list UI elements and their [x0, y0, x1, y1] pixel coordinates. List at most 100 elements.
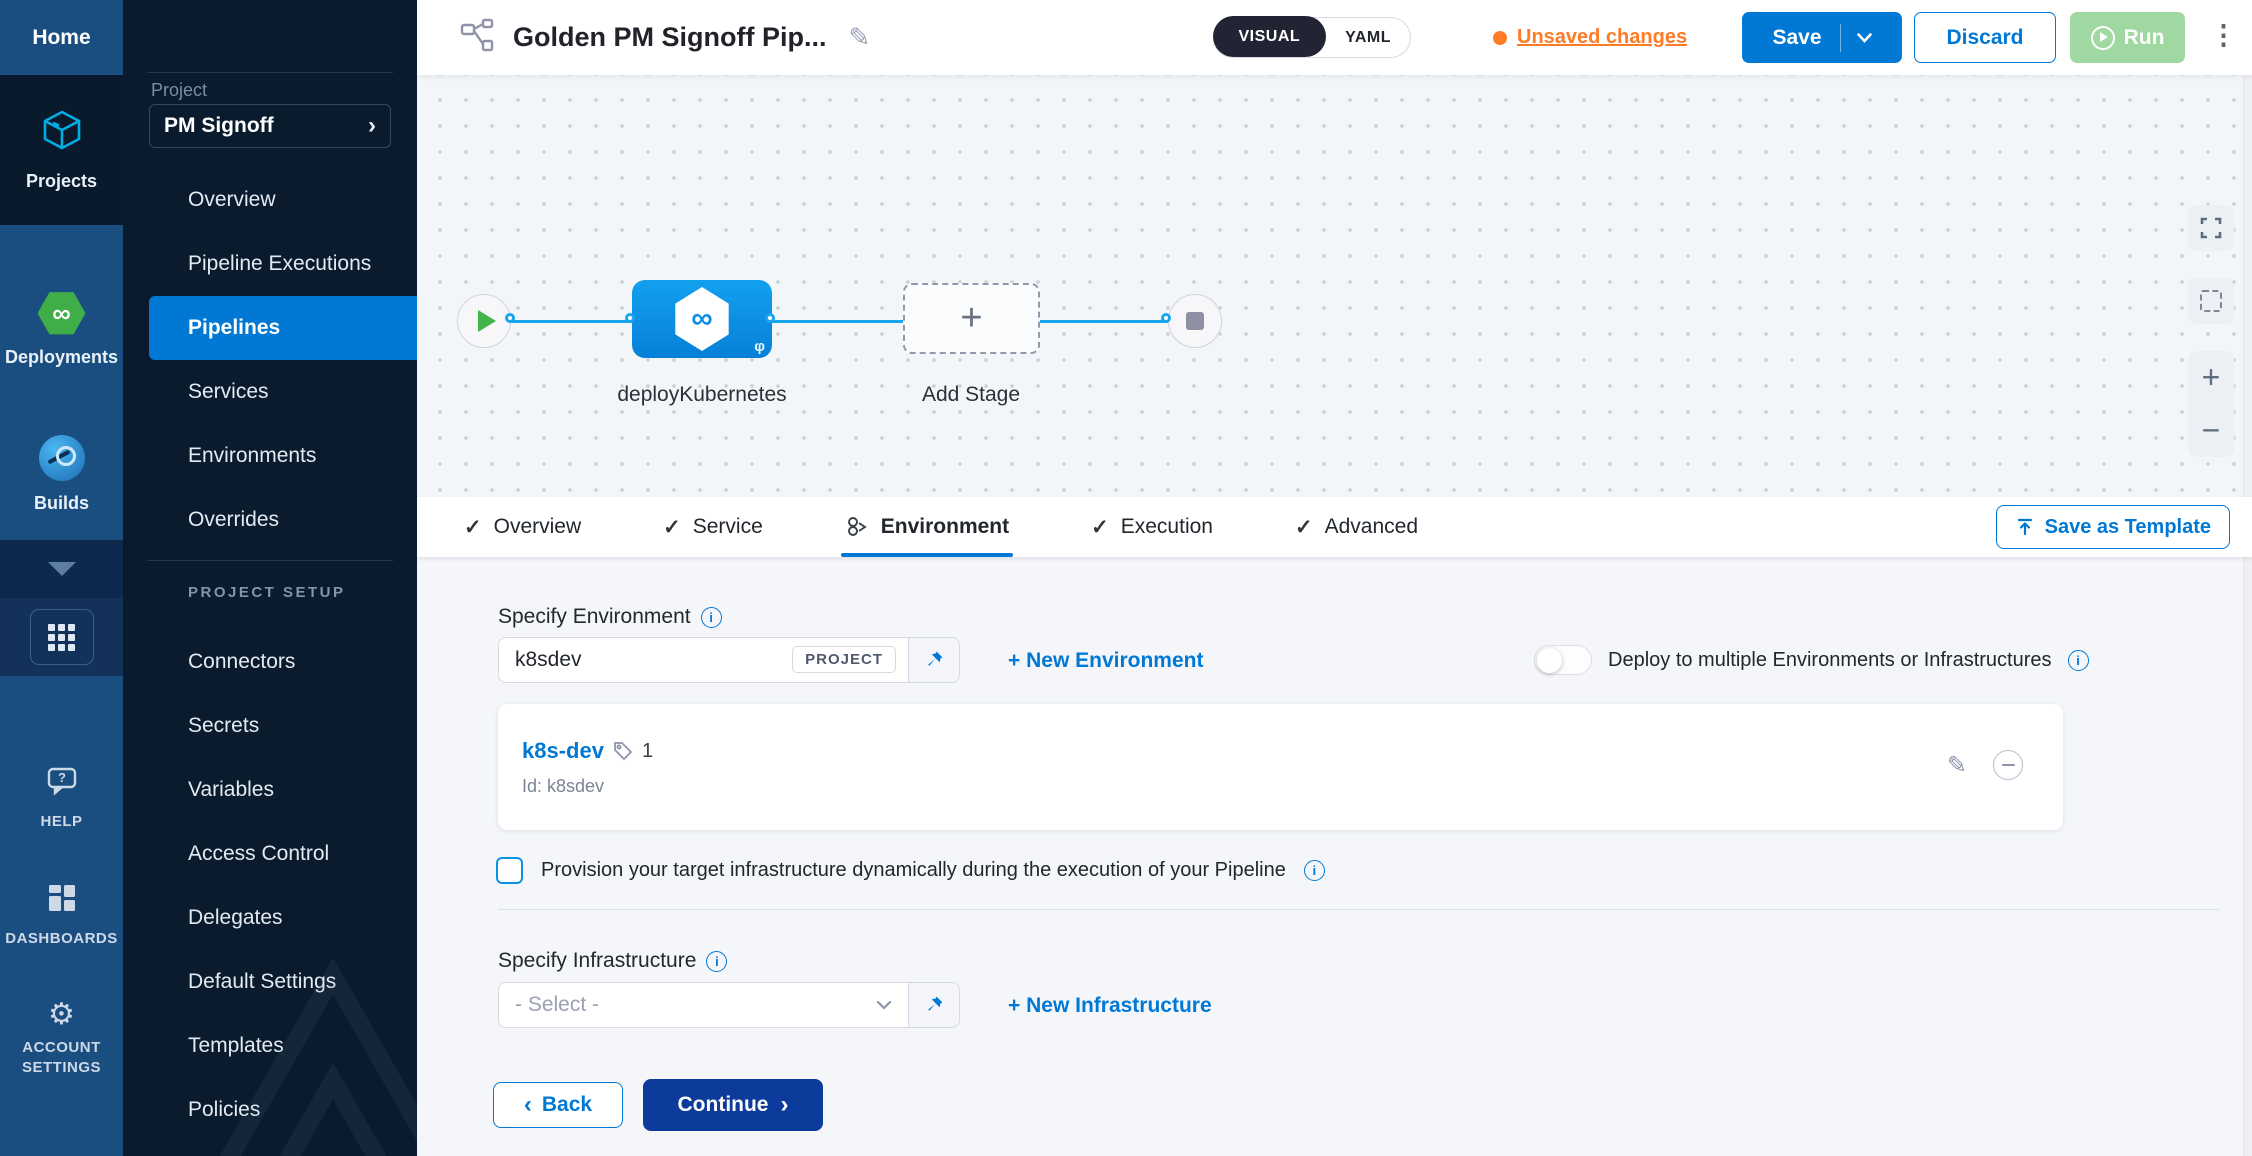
environment-input-wrap: PROJECT [498, 637, 908, 683]
remove-minus-icon[interactable] [1993, 750, 2023, 780]
save-label: Save [1772, 26, 1821, 50]
project-nav-item[interactable]: Pipeline Executions [123, 232, 417, 296]
unsaved-dot-icon [1493, 31, 1507, 45]
stop-square-icon [1186, 312, 1204, 330]
environment-input[interactable] [515, 648, 755, 672]
save-button[interactable]: Save [1742, 12, 1902, 63]
tab-execution[interactable]: ✓ Execution [1091, 497, 1213, 557]
nav-home[interactable]: Home [0, 0, 123, 75]
pipeline-start-node[interactable] [457, 294, 511, 348]
zoom-in-button[interactable]: + [2202, 359, 2221, 396]
info-icon[interactable]: i [2068, 650, 2089, 671]
stage-name-label: deployKubernetes [617, 379, 787, 411]
nav-account-settings[interactable]: ⚙ ACCOUNT SETTINGS [0, 1000, 123, 1077]
nav-item-label: Pipelines [188, 316, 280, 340]
nav-divider [147, 560, 393, 561]
rail-collapse-strip[interactable] [0, 540, 123, 598]
project-setup-item[interactable]: Secrets [123, 694, 417, 758]
nav-projects[interactable]: Projects [0, 75, 123, 225]
chevron-left-icon: ‹ [524, 1093, 532, 1117]
discard-label: Discard [1946, 26, 2023, 50]
toggle-yaml[interactable]: YAML [1326, 29, 1410, 47]
pipeline-end-node[interactable] [1168, 294, 1222, 348]
toggle-visual[interactable]: VISUAL [1213, 16, 1327, 57]
info-icon[interactable]: i [701, 607, 722, 628]
tab-environment[interactable]: Environment [845, 497, 1009, 557]
project-setup-item[interactable]: Connectors [123, 630, 417, 694]
tab-label: Service [693, 515, 763, 539]
add-stage-label: Add Stage [896, 379, 1046, 411]
tab-service[interactable]: ✓ Service [663, 497, 763, 557]
project-nav-item[interactable]: Overview [123, 168, 417, 232]
info-icon[interactable]: i [706, 951, 727, 972]
provision-checkbox[interactable] [496, 857, 523, 884]
project-setup-item[interactable]: Variables [123, 758, 417, 822]
nav-builds[interactable]: Builds [0, 415, 123, 535]
more-options-kebab-icon[interactable]: ⋮ [2210, 22, 2237, 49]
play-circle-icon [2091, 26, 2115, 50]
canvas-selection-button[interactable] [2188, 278, 2234, 324]
nav-item-label: Overview [188, 188, 276, 212]
tag-count: 1 [642, 740, 653, 763]
info-icon[interactable]: i [1304, 860, 1325, 881]
pipeline-canvas[interactable]: ∞ φ + deployKubernetes Add Stage [417, 75, 2252, 497]
chevron-down-icon[interactable] [1857, 33, 1872, 43]
run-button[interactable]: Run [2070, 12, 2185, 63]
add-stage-button[interactable]: + [903, 283, 1040, 354]
project-nav-item[interactable]: Services [123, 360, 417, 424]
connector-dot [1161, 313, 1171, 323]
project-nav-item[interactable]: Overrides [123, 488, 417, 552]
infrastructure-placeholder: - Select - [515, 993, 599, 1017]
pin-icon [923, 994, 945, 1016]
module-grid-area [0, 598, 123, 676]
new-environment-link[interactable]: + New Environment [1008, 649, 1203, 673]
zoom-out-button[interactable]: − [2202, 412, 2221, 449]
environment-form: Specify Environment i PROJECT + New Envi… [417, 557, 2252, 1156]
continue-button[interactable]: Continue › [643, 1079, 823, 1131]
discard-button[interactable]: Discard [1914, 12, 2056, 63]
project-selector[interactable]: PM Signoff › [149, 104, 391, 148]
back-button[interactable]: ‹ Back [493, 1082, 623, 1128]
chevron-down-icon [48, 562, 76, 576]
harness-cd-stage-icon: ∞ [673, 287, 731, 351]
help-label: HELP [40, 812, 82, 832]
nav-deployments[interactable]: ∞ Deployments [0, 270, 123, 390]
grid-icon [48, 624, 75, 651]
project-setup-item[interactable]: Access Control [123, 822, 417, 886]
edit-pencil-icon[interactable]: ✎ [1947, 751, 1967, 780]
chevron-right-icon: › [780, 1093, 788, 1117]
selection-box-icon [2200, 290, 2222, 312]
unsaved-changes[interactable]: Unsaved changes [1493, 0, 1687, 75]
scrollbar-track[interactable] [2243, 75, 2252, 1156]
project-setup-header: PROJECT SETUP [188, 584, 346, 601]
module-switcher-button[interactable] [30, 609, 94, 665]
nav-dashboards[interactable]: DASHBOARDS [0, 880, 123, 949]
project-nav-item[interactable]: Pipelines [149, 296, 417, 360]
pipeline-icon [459, 17, 495, 58]
project-nav-panel: Project PM Signoff › Overview Pipeline E… [123, 0, 417, 1156]
check-icon: ✓ [1091, 515, 1109, 540]
infrastructure-select[interactable]: - Select - [498, 982, 908, 1028]
main-content: Golden PM Signoff Pip... ✎ VISUAL YAML U… [417, 0, 2252, 1156]
visual-yaml-toggle[interactable]: VISUAL YAML [1213, 17, 1411, 58]
new-infrastructure-link[interactable]: + New Infrastructure [1008, 994, 1212, 1018]
pin-button[interactable] [908, 637, 960, 683]
stage-node-deploy[interactable]: ∞ φ [632, 280, 772, 358]
gear-icon: ⚙ [48, 1000, 75, 1030]
canvas-fit-button[interactable] [2188, 205, 2234, 251]
pin-button[interactable] [908, 982, 960, 1028]
nav-item-label: Environments [188, 444, 316, 468]
environment-name-link[interactable]: k8s-dev [522, 738, 604, 764]
start-play-icon [478, 310, 496, 332]
provision-checkbox-row: Provision your target infrastructure dyn… [496, 857, 1325, 884]
tab-advanced[interactable]: ✓ Advanced [1295, 497, 1418, 557]
save-as-template-button[interactable]: Save as Template [1996, 505, 2230, 549]
tab-overview[interactable]: ✓ Overview [464, 497, 581, 557]
nav-item-label: Connectors [188, 650, 295, 674]
multi-env-toggle[interactable] [1534, 645, 1592, 675]
environment-input-group: PROJECT [498, 637, 960, 683]
project-nav-item[interactable]: Environments [123, 424, 417, 488]
edit-title-pencil-icon[interactable]: ✎ [848, 22, 870, 53]
harness-watermark [183, 916, 417, 1156]
nav-help[interactable]: ? HELP [0, 765, 123, 832]
